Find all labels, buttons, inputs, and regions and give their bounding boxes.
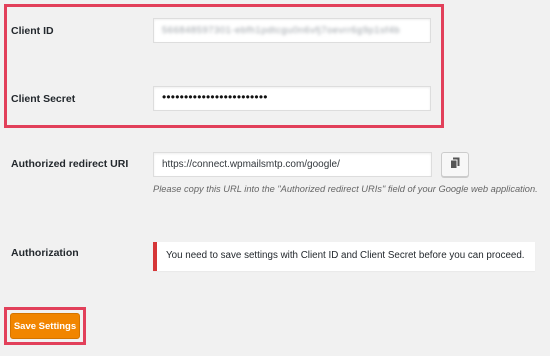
authorization-label: Authorization (11, 247, 79, 259)
client-secret-value: •••••••••••••••••••••••• (162, 90, 268, 104)
authorization-notice: You need to save settings with Client ID… (153, 242, 535, 271)
copy-icon (450, 156, 460, 174)
save-settings-button[interactable]: Save Settings (10, 313, 80, 339)
client-secret-input[interactable]: •••••••••••••••••••••••• (153, 86, 431, 111)
client-id-label: Client ID (11, 25, 54, 37)
client-id-value: 566848597301-ebfh1pdtcgu0n6vfj7oevrr6g9p… (162, 25, 401, 36)
authorization-notice-text: You need to save settings with Client ID… (166, 250, 525, 261)
redirect-uri-value: https://connect.wpmailsmtp.com/google/ (162, 159, 340, 170)
copy-redirect-uri-button[interactable] (441, 152, 469, 177)
redirect-uri-help-text: Please copy this URL into the "Authorize… (153, 184, 538, 194)
redirect-uri-input[interactable]: https://connect.wpmailsmtp.com/google/ (153, 152, 432, 177)
redirect-uri-label: Authorized redirect URI (11, 158, 129, 170)
client-secret-label: Client Secret (11, 93, 76, 105)
client-id-input[interactable]: 566848597301-ebfh1pdtcgu0n6vfj7oevrr6g9p… (153, 18, 431, 43)
